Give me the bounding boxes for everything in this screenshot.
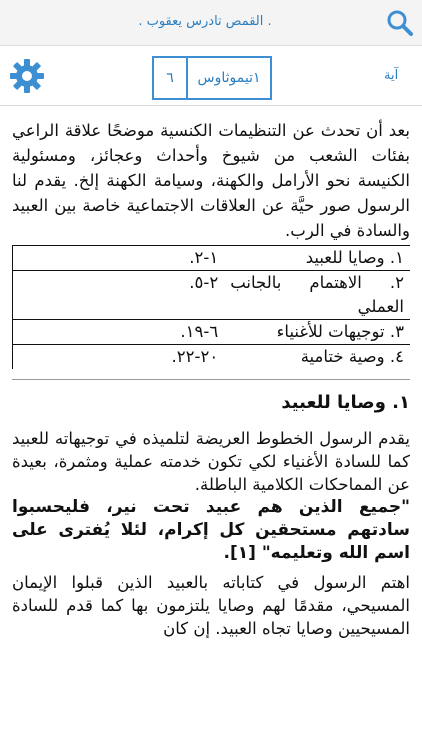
table-row: ٤. وصية ختامية ٢٠-٢٢. — [12, 344, 411, 369]
verse-button[interactable]: آية — [384, 68, 398, 83]
search-icon[interactable] — [386, 9, 414, 37]
commentary-content[interactable]: بعد أن تحدث عن التنظيمات الكنسية موضحًا … — [12, 118, 410, 640]
table-row: ٢. الاهتمام بالجانب العملي ٢-٥. — [12, 270, 410, 320]
navigation-bar: ٦ ١تيموثاوس آية — [0, 46, 422, 106]
book-name: ١تيموثاوس — [197, 70, 261, 86]
author-title[interactable]: . القمص تادرس يعقوب . — [40, 14, 370, 29]
outline-title: ٢. الاهتمام بالجانب العملي — [230, 273, 404, 316]
outline-range: ٢٠-٢٢. — [12, 344, 225, 369]
chapter-number: ٦ — [166, 70, 174, 86]
outline-range: ٦-١٩. — [12, 319, 225, 345]
top-bar: . القمص تادرس يعقوب . — [0, 0, 422, 46]
outline-title: ٣. توجيهات للأغنياء — [276, 322, 404, 341]
outline-range: ٢-٥. — [12, 270, 225, 320]
outline-range: ١-٢. — [12, 245, 225, 271]
book-selector[interactable]: ١تيموثاوس — [186, 56, 272, 100]
paragraph: يقدم الرسول الخطوط العريضة لتلميذه في تو… — [12, 429, 410, 494]
intro-paragraph: بعد أن تحدث عن التنظيمات الكنسية موضحًا … — [12, 121, 410, 240]
paragraph: اهتم الرسول في كتاباته بالعبيد الذين قبل… — [12, 573, 410, 638]
outline-table: ١. وصايا للعبيد ١-٢. ٢. الاهتمام بالجانب… — [12, 245, 410, 369]
chapter-selector[interactable]: ٦ — [152, 56, 188, 100]
outline-title: ١. وصايا للعبيد — [305, 248, 404, 267]
section-divider — [12, 379, 410, 389]
scripture-quote: "جميع الذين هم عبيد تحت نير، فليحسبوا سا… — [12, 497, 410, 563]
gear-icon[interactable] — [9, 58, 45, 94]
table-row: ١. وصايا للعبيد ١-٢. — [12, 245, 410, 271]
section-heading: ١. وصايا للعبيد — [281, 392, 410, 413]
outline-title: ٤. وصية ختامية — [300, 347, 404, 366]
table-row: ٣. توجيهات للأغنياء ٦-١٩. — [12, 319, 410, 345]
